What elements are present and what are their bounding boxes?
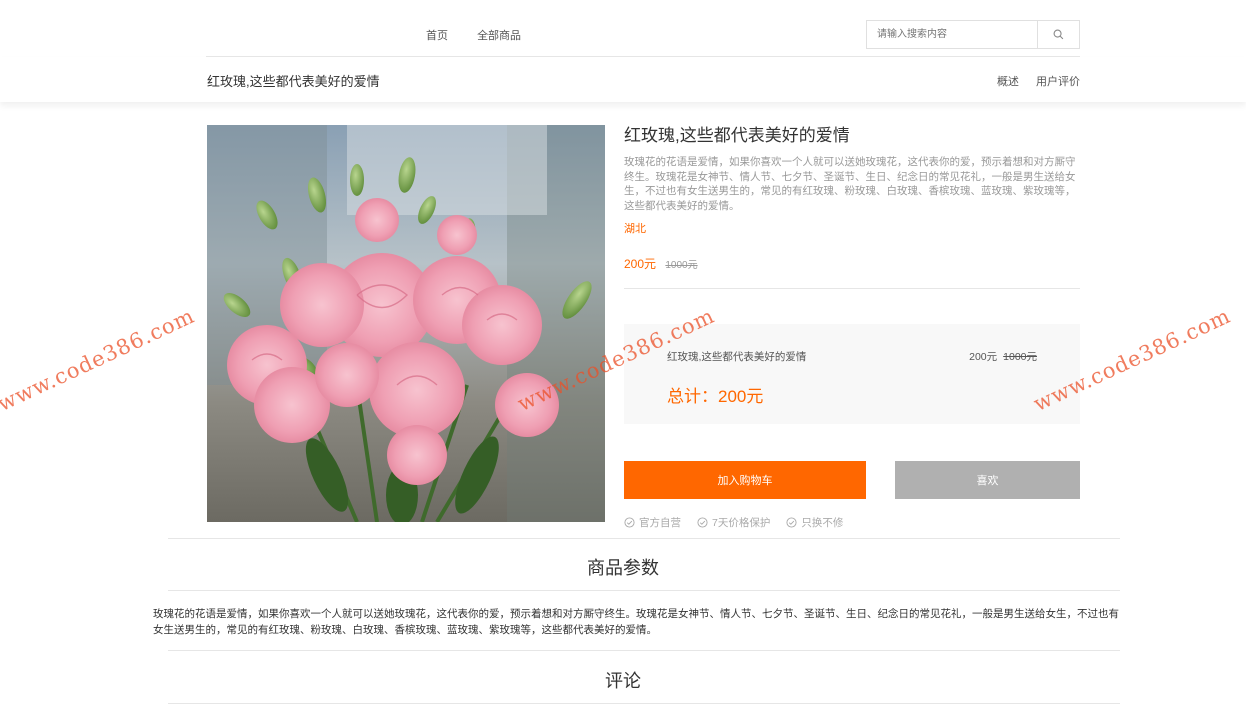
product-old-price: 1000元 xyxy=(665,260,698,271)
guarantee-item: 7天价格保护 xyxy=(697,515,770,530)
summary-product-name: 红玫瑰,这些都代表美好的爱情 xyxy=(667,351,807,363)
check-circle-icon xyxy=(786,517,797,528)
guarantee-label: 只换不修 xyxy=(801,517,844,529)
divider xyxy=(624,288,1080,289)
product-info: 红玫瑰,这些都代表美好的爱情 玫瑰花的花语是爱情，如果你喜欢一个人就可以送她玫瑰… xyxy=(624,125,1080,289)
summary-price: 200元 1000元 xyxy=(969,349,1037,364)
watermark: www.code386.com xyxy=(0,303,199,416)
like-button[interactable]: 喜欢 xyxy=(895,461,1080,499)
product-title: 红玫瑰,这些都代表美好的爱情 xyxy=(624,126,850,145)
summary-current-price: 200元 xyxy=(969,351,998,363)
product-price: 200元 xyxy=(624,257,657,271)
guarantee-label: 7天价格保护 xyxy=(712,517,771,529)
guarantee-item: 只换不修 xyxy=(786,515,843,530)
main-nav: 首页 全部商品 xyxy=(426,27,547,43)
product-image xyxy=(207,125,605,522)
top-navbar: 首页 全部商品 xyxy=(206,0,1080,57)
section-divider xyxy=(168,650,1120,651)
search-icon xyxy=(1053,29,1064,40)
order-summary: 红玫瑰,这些都代表美好的爱情 200元 1000元 总计：200元 xyxy=(624,324,1080,424)
search-button[interactable] xyxy=(1037,21,1079,48)
params-text: 玫瑰花的花语是爱情，如果你喜欢一个人就可以送她玫瑰花，这代表你的爱，预示着想和对… xyxy=(153,608,1119,636)
product-location: 湖北 xyxy=(624,223,646,235)
price-line: 200元 1000元 xyxy=(624,255,1080,272)
check-circle-icon xyxy=(624,517,635,528)
comments-section-title: 评论 xyxy=(605,671,641,691)
link-user-reviews[interactable]: 用户评价 xyxy=(1036,76,1080,88)
summary-old-price: 1000元 xyxy=(1003,351,1037,363)
search-input[interactable] xyxy=(867,21,1037,48)
guarantee-item: 官方自营 xyxy=(624,515,681,530)
section-divider xyxy=(168,703,1120,704)
params-section-title: 商品参数 xyxy=(587,558,659,578)
service-guarantees: 官方自营 7天价格保护 只换不修 xyxy=(624,515,859,530)
summary-total: 总计：200元 xyxy=(667,387,764,406)
product-description: 玫瑰花的花语是爱情，如果你喜欢一个人就可以送她玫瑰花，这代表你的爱，预示着想和对… xyxy=(624,156,1076,212)
nav-link-all-products[interactable]: 全部商品 xyxy=(477,30,521,42)
search-box xyxy=(866,20,1080,49)
check-circle-icon xyxy=(697,517,708,528)
subheader-title: 红玫瑰,这些都代表美好的爱情 xyxy=(207,74,380,89)
guarantee-label: 官方自营 xyxy=(639,517,681,529)
section-divider xyxy=(168,590,1120,591)
section-divider xyxy=(168,538,1120,539)
add-to-cart-button[interactable]: 加入购物车 xyxy=(624,461,866,499)
product-subheader: 红玫瑰,这些都代表美好的爱情 概述 用户评价 xyxy=(0,57,1246,102)
subheader-links: 概述 用户评价 xyxy=(983,73,1080,89)
nav-link-home[interactable]: 首页 xyxy=(426,30,448,42)
link-overview[interactable]: 概述 xyxy=(997,76,1019,88)
